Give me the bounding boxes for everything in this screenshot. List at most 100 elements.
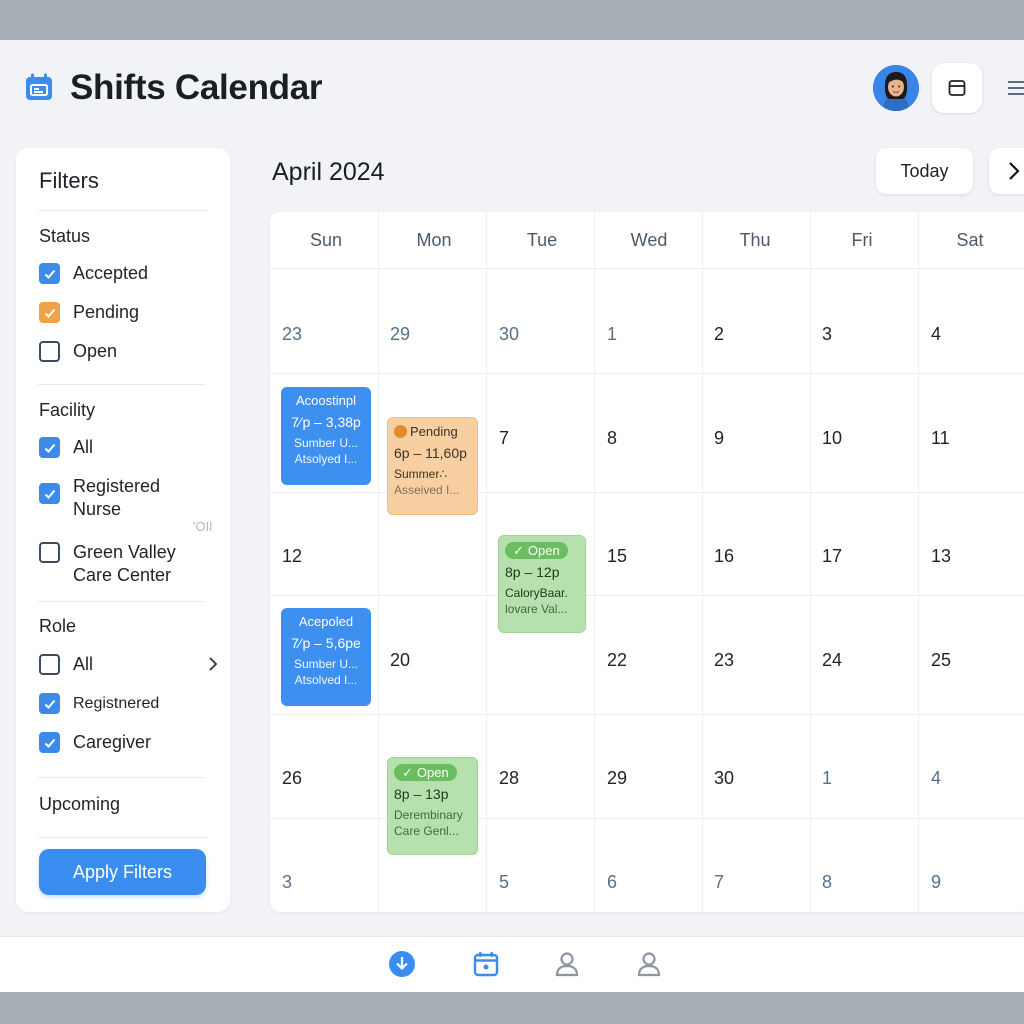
role-heading: Role xyxy=(39,616,77,636)
day-cell-number[interactable]: 28 xyxy=(499,768,519,789)
event-time: 6p – 11,60p xyxy=(394,445,467,461)
checkbox-checked-icon[interactable] xyxy=(39,483,60,504)
shift-event-open[interactable]: ✓ Open 8p – 13p Derembinary Care Genl... xyxy=(387,757,478,855)
day-cell-number[interactable]: 8 xyxy=(607,428,617,449)
day-cell-number[interactable]: 26 xyxy=(282,768,302,789)
day-cell-number[interactable]: 3 xyxy=(282,872,292,893)
facility-heading: Facility xyxy=(39,400,96,420)
day-cell-number[interactable]: 2 xyxy=(714,324,724,345)
filter-label: Accepted xyxy=(73,263,149,283)
filter-status-open[interactable]: Open xyxy=(39,340,219,363)
filter-role-all[interactable]: All xyxy=(39,653,219,676)
day-cell-number[interactable]: 29 xyxy=(390,324,410,345)
day-cell-number[interactable]: 24 xyxy=(822,650,842,671)
weekday-label: Wed xyxy=(630,230,668,250)
day-cell-number[interactable]: 30 xyxy=(714,768,734,789)
checkbox-checked-icon[interactable] xyxy=(39,693,60,714)
day-cell-number[interactable]: 30 xyxy=(499,324,519,345)
day-cell-number[interactable]: 8 xyxy=(822,872,832,893)
profile-icon[interactable] xyxy=(634,949,664,979)
calendar-icon xyxy=(948,80,966,96)
filter-facility-green-valley[interactable]: Green Valley Care Center xyxy=(39,541,219,587)
day-cell-number[interactable]: 15 xyxy=(607,546,627,567)
day-cell-number[interactable]: 25 xyxy=(931,650,951,671)
day-cell-number[interactable]: 6 xyxy=(607,872,617,893)
calendar-icon[interactable] xyxy=(471,949,501,979)
filter-role-caregiver[interactable]: Caregiver xyxy=(39,731,219,754)
open-badge: ✓ Open xyxy=(505,542,568,559)
event-detail: lovare Val... xyxy=(505,602,568,616)
grid-line xyxy=(810,212,811,912)
avatar[interactable] xyxy=(873,65,919,111)
filter-label: Registnered xyxy=(73,695,160,712)
divider xyxy=(38,601,206,602)
menu-icon[interactable] xyxy=(1006,78,1024,98)
day-cell-number[interactable]: 11 xyxy=(931,428,950,449)
shift-event-pending[interactable]: Pending 6p – 11,60p Summer∴ Asseived I..… xyxy=(387,417,478,515)
checkbox-checked-icon[interactable] xyxy=(39,732,60,753)
upcoming-heading[interactable]: Upcoming xyxy=(39,794,120,815)
day-cell-number[interactable]: 9 xyxy=(931,872,941,893)
day-cell-number[interactable]: 16 xyxy=(714,546,734,567)
filter-label: Green Valley Care Center xyxy=(73,542,176,585)
day-cell-number[interactable]: 23 xyxy=(282,324,302,345)
app-window: Shifts Calendar Filters Status Accepted … xyxy=(0,40,1024,992)
filter-label: Caregiver xyxy=(73,732,152,752)
user-icon[interactable] xyxy=(552,949,582,979)
shift-event-open[interactable]: ✓ Open 8p – 12p CaloryBaar. lovare Val... xyxy=(498,535,586,633)
checkbox-unchecked-icon[interactable] xyxy=(39,654,60,675)
checkbox-checked-icon[interactable] xyxy=(39,302,60,323)
day-cell-number[interactable]: 13 xyxy=(931,546,951,567)
check-icon: ✓ xyxy=(513,543,524,558)
day-cell-number[interactable]: 4 xyxy=(931,768,941,789)
grid-line xyxy=(594,212,595,912)
next-month-button[interactable] xyxy=(989,148,1024,194)
page-title: Shifts Calendar xyxy=(70,68,323,107)
day-cell-number[interactable]: 22 xyxy=(607,650,627,671)
event-location: CaloryBaar. xyxy=(505,586,568,600)
day-cell-number[interactable]: 17 xyxy=(822,546,842,567)
event-location: Summer∴ xyxy=(394,467,447,481)
checkbox-unchecked-icon[interactable] xyxy=(39,542,60,563)
grid-line xyxy=(918,212,919,912)
day-cell-number[interactable]: 12 xyxy=(282,546,302,567)
day-cell-number[interactable]: 9 xyxy=(714,428,724,449)
day-cell-number[interactable]: 1 xyxy=(822,768,832,789)
apply-filters-button[interactable]: Apply Filters xyxy=(39,849,206,895)
weekday-label: Sat xyxy=(956,230,984,250)
divider xyxy=(38,777,206,778)
day-cell-number[interactable]: 4 xyxy=(931,324,941,345)
grid-line xyxy=(270,714,1024,715)
event-detail: Care Genl... xyxy=(394,824,459,838)
day-cell-number[interactable]: 29 xyxy=(607,768,627,789)
filter-status-pending[interactable]: Pending xyxy=(39,301,219,324)
calendar-grid: Sun Mon Tue Wed Thu Fri Sat 23 29 30 1 2… xyxy=(270,212,1024,912)
month-title: April 2024 xyxy=(272,158,385,186)
calendar-icon xyxy=(26,73,52,100)
day-cell-number[interactable]: 23 xyxy=(714,650,734,671)
shift-event-accepted[interactable]: Acoostinpl 7⁄ p – 3,38p Sumber U... Atso… xyxy=(281,387,371,485)
filter-facility-registered-nurse[interactable]: Registered Nurse xyxy=(39,475,219,521)
checkbox-unchecked-icon[interactable] xyxy=(39,341,60,362)
day-cell-number[interactable]: 10 xyxy=(822,428,842,449)
pending-dot-icon xyxy=(394,425,407,438)
day-cell-number[interactable]: 1 xyxy=(607,324,617,345)
event-status: Pending xyxy=(410,424,458,439)
day-cell-number[interactable]: 3 xyxy=(822,324,832,345)
today-button[interactable]: Today xyxy=(876,148,973,194)
filter-facility-all[interactable]: All xyxy=(39,436,219,459)
day-cell-number[interactable]: 5 xyxy=(499,872,509,893)
weekday-label: Thu xyxy=(739,230,771,250)
day-cell-number[interactable]: 7 xyxy=(714,872,724,893)
day-cell-number[interactable]: 7 xyxy=(499,428,509,449)
day-cell-number[interactable]: 20 xyxy=(390,650,410,671)
filter-role-registered[interactable]: Registnered xyxy=(39,692,219,715)
download-icon[interactable] xyxy=(387,949,417,979)
calendar-view-button[interactable] xyxy=(932,63,982,113)
status-heading: Status xyxy=(39,226,91,246)
grid-line xyxy=(270,818,1024,819)
checkbox-checked-icon[interactable] xyxy=(39,437,60,458)
filter-status-accepted[interactable]: Accepted xyxy=(39,262,219,285)
checkbox-checked-icon[interactable] xyxy=(39,263,60,284)
shift-event-accepted[interactable]: Acepoled 7⁄ p – 5,6pe Sumber U... Atsolv… xyxy=(281,608,371,706)
